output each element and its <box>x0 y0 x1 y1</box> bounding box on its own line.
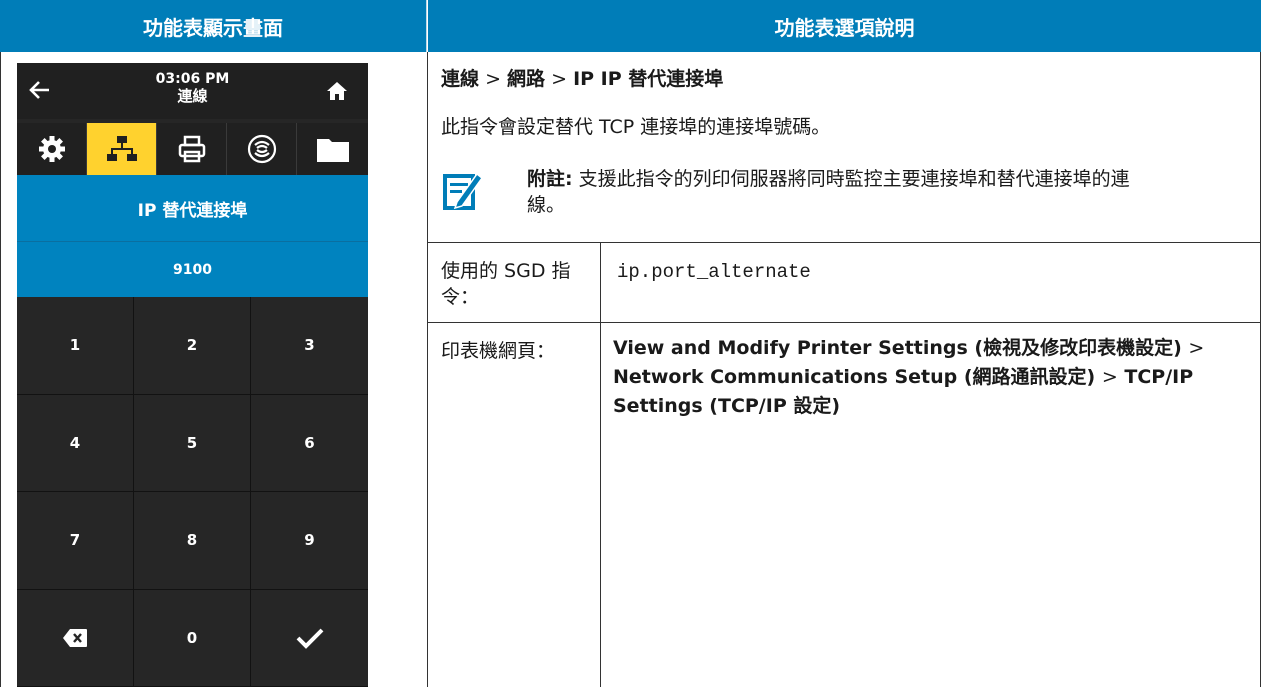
key-9[interactable]: 9 <box>251 492 368 590</box>
tab-connection[interactable] <box>87 123 157 175</box>
note-text: 附註: 支援此指令的列印伺服器將同時監控主要連接埠和替代連接埠的連線。 <box>527 166 1147 218</box>
webpage-path-separator: > <box>1101 366 1118 388</box>
gear-icon <box>38 136 65 162</box>
table-row-divider-2 <box>427 322 1261 323</box>
setting-title: IP 替代連接埠 <box>17 175 368 241</box>
status-bar: 03:06 PM 連線 <box>17 63 368 119</box>
breadcrumb-separator: > <box>551 68 568 90</box>
network-icon <box>106 136 137 161</box>
key-7[interactable]: 7 <box>17 492 134 590</box>
confirm-key[interactable] <box>251 589 368 687</box>
clock-time: 03:06 PM <box>155 71 230 87</box>
key-3[interactable]: 3 <box>251 297 368 395</box>
key-8[interactable]: 8 <box>134 492 251 590</box>
backspace-icon <box>63 628 87 647</box>
home-icon[interactable] <box>326 80 348 102</box>
key-4[interactable]: 4 <box>17 394 134 492</box>
printer-webpage-path: View and Modify Printer Settings (檢視及修改印… <box>613 334 1243 421</box>
tab-wireless[interactable] <box>227 123 297 175</box>
checkmark-icon <box>296 628 323 649</box>
tab-storage[interactable] <box>297 123 368 175</box>
tab-print[interactable] <box>157 123 227 175</box>
key-2[interactable]: 2 <box>134 297 251 395</box>
menu-tabs <box>17 123 368 175</box>
webpage-path-separator: > <box>1188 337 1205 359</box>
sgd-command-value: ip.port_alternate <box>617 261 811 283</box>
printer-webpage-label: 印表機網頁： <box>441 340 556 362</box>
breadcrumb-item: 網路 <box>507 68 546 90</box>
breadcrumb-item: IP IP 替代連接埠 <box>573 68 724 90</box>
printer-icon <box>178 135 205 163</box>
note-label: 附註: <box>527 168 573 190</box>
note-body: 支援此指令的列印伺服器將同時監控主要連接埠和替代連接埠的連線。 <box>527 168 1130 216</box>
webpage-path-item: Network Communications Setup (網路通訊設定) <box>613 366 1096 388</box>
backspace-key[interactable] <box>17 589 134 687</box>
menu-path: 連線 > 網路 > IP IP 替代連接埠 <box>441 66 723 92</box>
setting-value-display[interactable]: 9100 <box>17 241 368 297</box>
tab-settings[interactable] <box>17 123 87 175</box>
key-1[interactable]: 1 <box>17 297 134 395</box>
header-menu-display: 功能表顯示畫面 <box>0 0 427 52</box>
printer-screen: 03:06 PM 連線 IP 替代連接埠 9100 1 2 3 4 5 6 7 … <box>17 63 368 687</box>
breadcrumb-item: 連線 <box>441 68 480 90</box>
key-5[interactable]: 5 <box>134 394 251 492</box>
numeric-keypad: 1 2 3 4 5 6 7 8 9 0 <box>17 297 368 687</box>
breadcrumb-separator: > <box>485 68 501 90</box>
key-6[interactable]: 6 <box>251 394 368 492</box>
table-subcolumn-divider <box>600 242 601 687</box>
table-row-divider-1 <box>427 242 1261 243</box>
webpage-path-item: View and Modify Printer Settings (檢視及修改印… <box>613 337 1182 359</box>
description-text: 此指令會設定替代 TCP 連接埠的連接埠號碼。 <box>441 116 831 138</box>
header-menu-description: 功能表選項說明 <box>428 0 1261 52</box>
table-border-left <box>0 52 1 687</box>
key-0[interactable]: 0 <box>134 589 251 687</box>
current-menu-name: 連線 <box>177 87 208 105</box>
folder-icon <box>316 139 349 162</box>
wireless-icon <box>247 134 276 164</box>
note-icon <box>443 168 484 212</box>
document-page: 功能表顯示畫面 功能表選項說明 03:06 PM 連線 IP 替代連接埠 910… <box>0 0 1261 687</box>
sgd-command-label: 使用的 SGD 指令： <box>441 260 571 308</box>
table-divider-main <box>427 52 428 687</box>
